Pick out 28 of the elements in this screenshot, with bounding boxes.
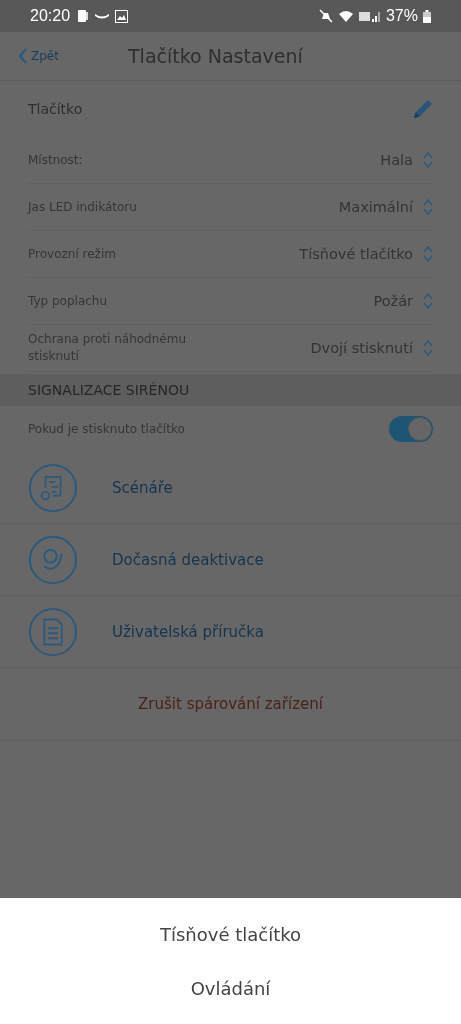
battery-percent: 37% xyxy=(385,7,418,25)
device-name: Tlačítko xyxy=(28,101,83,117)
back-link[interactable]: Zpět xyxy=(18,48,128,64)
document-icon xyxy=(28,606,78,657)
back-icon xyxy=(18,48,28,64)
image-icon xyxy=(115,9,129,23)
toggle-switch[interactable] xyxy=(389,416,433,442)
sheet-option[interactable]: Ovládání xyxy=(0,961,461,1015)
edit-icon xyxy=(411,97,435,121)
updown-icon xyxy=(423,198,433,216)
updown-icon xyxy=(423,151,433,169)
phone-icon xyxy=(77,9,90,23)
section-header: SIGNALIZACE SIRÉNOU xyxy=(0,374,461,406)
updown-icon xyxy=(423,292,433,310)
unpair-link[interactable]: Zrušit spárování zařízení xyxy=(138,695,323,713)
page-title: Tlačítko Nastavení xyxy=(128,45,303,67)
signal-icon xyxy=(358,9,381,23)
wifi-icon xyxy=(337,9,354,23)
menu-link[interactable]: Uživatelská příručka xyxy=(112,622,264,641)
loop-icon xyxy=(28,534,78,585)
clock: 20:20 xyxy=(30,7,71,25)
document-gear-icon xyxy=(28,462,78,513)
updown-icon xyxy=(423,245,433,263)
sheet-option[interactable]: Tísňové tlačítko xyxy=(0,907,461,961)
updown-icon xyxy=(423,339,433,357)
menu-link[interactable]: Dočasná deaktivace xyxy=(112,550,264,569)
battery-icon xyxy=(423,9,431,23)
menu-link[interactable]: Scénáře xyxy=(112,478,173,497)
